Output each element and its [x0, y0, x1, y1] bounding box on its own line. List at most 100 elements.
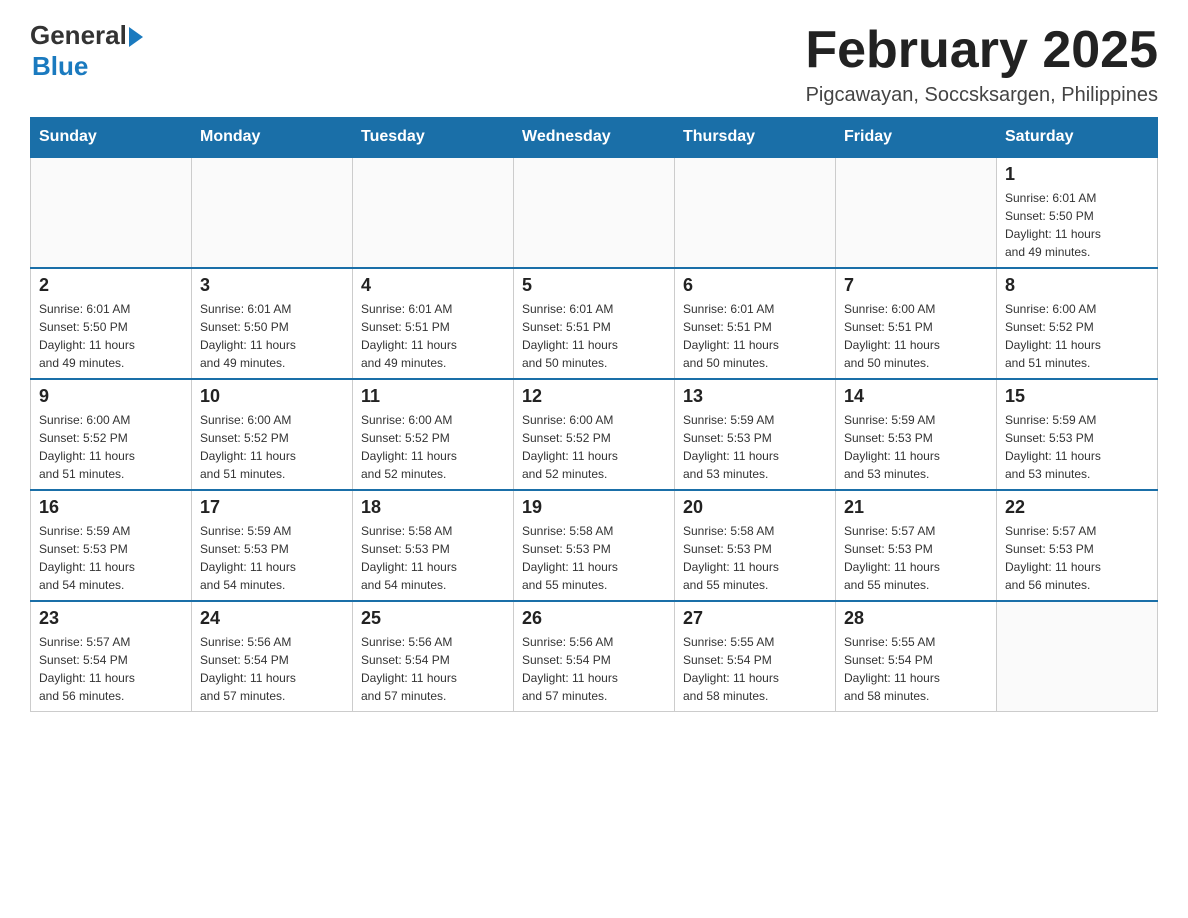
calendar-cell — [353, 157, 514, 268]
day-number: 16 — [39, 497, 183, 518]
day-number: 21 — [844, 497, 988, 518]
day-info: Sunrise: 6:00 AM Sunset: 5:52 PM Dayligh… — [361, 411, 505, 483]
calendar-cell: 21 Sunrise: 5:57 AM Sunset: 5:53 PM Dayli… — [836, 490, 997, 601]
day-info: Sunrise: 5:59 AM Sunset: 5:53 PM Dayligh… — [39, 522, 183, 594]
day-info: Sunrise: 5:57 AM Sunset: 5:53 PM Dayligh… — [844, 522, 988, 594]
title-block: February 2025 Pigcawayan, Soccsksargen, … — [805, 20, 1158, 107]
day-number: 11 — [361, 386, 505, 407]
month-title: February 2025 — [805, 20, 1158, 80]
day-number: 19 — [522, 497, 666, 518]
day-number: 8 — [1005, 275, 1149, 296]
calendar-cell: 11 Sunrise: 6:00 AM Sunset: 5:52 PM Dayli… — [353, 379, 514, 490]
calendar-cell — [675, 157, 836, 268]
day-info: Sunrise: 6:01 AM Sunset: 5:50 PM Dayligh… — [39, 300, 183, 372]
calendar-cell: 27Sunrise: 5:55 AM Sunset: 5:54 PM Dayli… — [675, 601, 836, 712]
calendar-week-1: 1Sunrise: 6:01 AM Sunset: 5:50 PM Daylig… — [31, 157, 1158, 268]
calendar-cell: 3Sunrise: 6:01 AM Sunset: 5:50 PM Daylig… — [192, 268, 353, 379]
day-info: Sunrise: 6:00 AM Sunset: 5:52 PM Dayligh… — [1005, 300, 1149, 372]
calendar-cell: 1Sunrise: 6:01 AM Sunset: 5:50 PM Daylig… — [997, 157, 1158, 268]
calendar-cell: 28 Sunrise: 5:55 AM Sunset: 5:54 PM Dayli… — [836, 601, 997, 712]
calendar-cell: 26 Sunrise: 5:56 AM Sunset: 5:54 PM Dayli… — [514, 601, 675, 712]
day-number: 1 — [1005, 164, 1149, 185]
calendar-cell: 4 Sunrise: 6:01 AM Sunset: 5:51 PM Daylig… — [353, 268, 514, 379]
day-info: Sunrise: 5:56 AM Sunset: 5:54 PM Dayligh… — [200, 633, 344, 705]
day-info: Sunrise: 6:01 AM Sunset: 5:51 PM Dayligh… — [522, 300, 666, 372]
day-info: Sunrise: 6:00 AM Sunset: 5:52 PM Dayligh… — [522, 411, 666, 483]
day-number: 17 — [200, 497, 344, 518]
day-number: 13 — [683, 386, 827, 407]
weekday-header-row: SundayMondayTuesdayWednesdayThursdayFrid… — [31, 118, 1158, 158]
day-info: Sunrise: 5:57 AM Sunset: 5:54 PM Dayligh… — [39, 633, 183, 705]
day-number: 22 — [1005, 497, 1149, 518]
weekday-header-saturday: Saturday — [997, 118, 1158, 158]
calendar-cell: 20 Sunrise: 5:58 AM Sunset: 5:53 PM Dayli… — [675, 490, 836, 601]
calendar-week-3: 9 Sunrise: 6:00 AM Sunset: 5:52 PM Daylig… — [31, 379, 1158, 490]
calendar-cell — [31, 157, 192, 268]
day-number: 12 — [522, 386, 666, 407]
weekday-header-wednesday: Wednesday — [514, 118, 675, 158]
calendar-week-2: 2 Sunrise: 6:01 AM Sunset: 5:50 PM Daylig… — [31, 268, 1158, 379]
calendar-cell: 15Sunrise: 5:59 AM Sunset: 5:53 PM Dayli… — [997, 379, 1158, 490]
day-info: Sunrise: 6:00 AM Sunset: 5:52 PM Dayligh… — [200, 411, 344, 483]
day-number: 9 — [39, 386, 183, 407]
day-number: 18 — [361, 497, 505, 518]
calendar-cell: 16 Sunrise: 5:59 AM Sunset: 5:53 PM Dayli… — [31, 490, 192, 601]
day-info: Sunrise: 5:58 AM Sunset: 5:53 PM Dayligh… — [361, 522, 505, 594]
weekday-header-tuesday: Tuesday — [353, 118, 514, 158]
calendar-cell: 25Sunrise: 5:56 AM Sunset: 5:54 PM Dayli… — [353, 601, 514, 712]
calendar-cell: 19 Sunrise: 5:58 AM Sunset: 5:53 PM Dayli… — [514, 490, 675, 601]
calendar-cell: 8 Sunrise: 6:00 AM Sunset: 5:52 PM Daylig… — [997, 268, 1158, 379]
weekday-header-sunday: Sunday — [31, 118, 192, 158]
calendar-cell: 23 Sunrise: 5:57 AM Sunset: 5:54 PM Dayli… — [31, 601, 192, 712]
day-number: 2 — [39, 275, 183, 296]
day-number: 20 — [683, 497, 827, 518]
calendar-cell — [997, 601, 1158, 712]
calendar-cell: 7 Sunrise: 6:00 AM Sunset: 5:51 PM Daylig… — [836, 268, 997, 379]
calendar-cell — [514, 157, 675, 268]
day-info: Sunrise: 5:56 AM Sunset: 5:54 PM Dayligh… — [361, 633, 505, 705]
day-info: Sunrise: 6:00 AM Sunset: 5:52 PM Dayligh… — [39, 411, 183, 483]
day-number: 23 — [39, 608, 183, 629]
day-info: Sunrise: 6:00 AM Sunset: 5:51 PM Dayligh… — [844, 300, 988, 372]
calendar-cell: 10Sunrise: 6:00 AM Sunset: 5:52 PM Dayli… — [192, 379, 353, 490]
calendar-week-4: 16 Sunrise: 5:59 AM Sunset: 5:53 PM Dayli… — [31, 490, 1158, 601]
logo: General Blue — [30, 20, 143, 82]
calendar-cell: 12 Sunrise: 6:00 AM Sunset: 5:52 PM Dayli… — [514, 379, 675, 490]
day-number: 24 — [200, 608, 344, 629]
day-info: Sunrise: 5:57 AM Sunset: 5:53 PM Dayligh… — [1005, 522, 1149, 594]
calendar-cell: 22 Sunrise: 5:57 AM Sunset: 5:53 PM Dayli… — [997, 490, 1158, 601]
day-info: Sunrise: 5:58 AM Sunset: 5:53 PM Dayligh… — [683, 522, 827, 594]
day-number: 26 — [522, 608, 666, 629]
day-info: Sunrise: 5:59 AM Sunset: 5:53 PM Dayligh… — [200, 522, 344, 594]
calendar-cell: 6Sunrise: 6:01 AM Sunset: 5:51 PM Daylig… — [675, 268, 836, 379]
calendar-table: SundayMondayTuesdayWednesdayThursdayFrid… — [30, 117, 1158, 712]
calendar-cell: 13 Sunrise: 5:59 AM Sunset: 5:53 PM Dayli… — [675, 379, 836, 490]
calendar-cell: 18 Sunrise: 5:58 AM Sunset: 5:53 PM Dayli… — [353, 490, 514, 601]
day-number: 4 — [361, 275, 505, 296]
day-info: Sunrise: 5:55 AM Sunset: 5:54 PM Dayligh… — [844, 633, 988, 705]
calendar-body: 1 Sunrise: 6:01 AM Sunset: 5:50 PM Daylig… — [31, 157, 1158, 712]
day-number: 3 — [200, 275, 344, 296]
calendar-cell: 14Sunrise: 5:59 AM Sunset: 5:53 PM Dayli… — [836, 379, 997, 490]
calendar-cell: 17 Sunrise: 5:59 AM Sunset: 5:53 PM Dayli… — [192, 490, 353, 601]
weekday-header-friday: Friday — [836, 118, 997, 158]
day-info: Sunrise: 5:58 AM Sunset: 5:53 PM Dayligh… — [522, 522, 666, 594]
calendar-header: SundayMondayTuesdayWednesdayThursdayFrid… — [31, 118, 1158, 158]
day-number: 28 — [844, 608, 988, 629]
day-number: 7 — [844, 275, 988, 296]
calendar-week-5: 23 Sunrise: 5:57 AM Sunset: 5:54 PM Dayli… — [31, 601, 1158, 712]
page-header: General Blue February 2025 Pigcawayan, S… — [30, 20, 1158, 107]
day-info: Sunrise: 5:56 AM Sunset: 5:54 PM Dayligh… — [522, 633, 666, 705]
day-info: Sunrise: 6:01 AM Sunset: 5:51 PM Dayligh… — [361, 300, 505, 372]
day-number: 14 — [844, 386, 988, 407]
day-info: Sunrise: 6:01 AM Sunset: 5:51 PM Dayligh… — [683, 300, 827, 372]
calendar-cell: 5Sunrise: 6:01 AM Sunset: 5:51 PM Daylig… — [514, 268, 675, 379]
calendar-cell — [836, 157, 997, 268]
location-title: Pigcawayan, Soccsksargen, Philippines — [805, 84, 1158, 107]
day-info: Sunrise: 5:55 AM Sunset: 5:54 PM Dayligh… — [683, 633, 827, 705]
calendar-cell: 2 Sunrise: 6:01 AM Sunset: 5:50 PM Daylig… — [31, 268, 192, 379]
logo-blue-text: Blue — [32, 51, 88, 82]
day-info: Sunrise: 5:59 AM Sunset: 5:53 PM Dayligh… — [683, 411, 827, 483]
logo-arrow-icon — [129, 27, 143, 47]
logo-general-text: General — [30, 20, 127, 51]
